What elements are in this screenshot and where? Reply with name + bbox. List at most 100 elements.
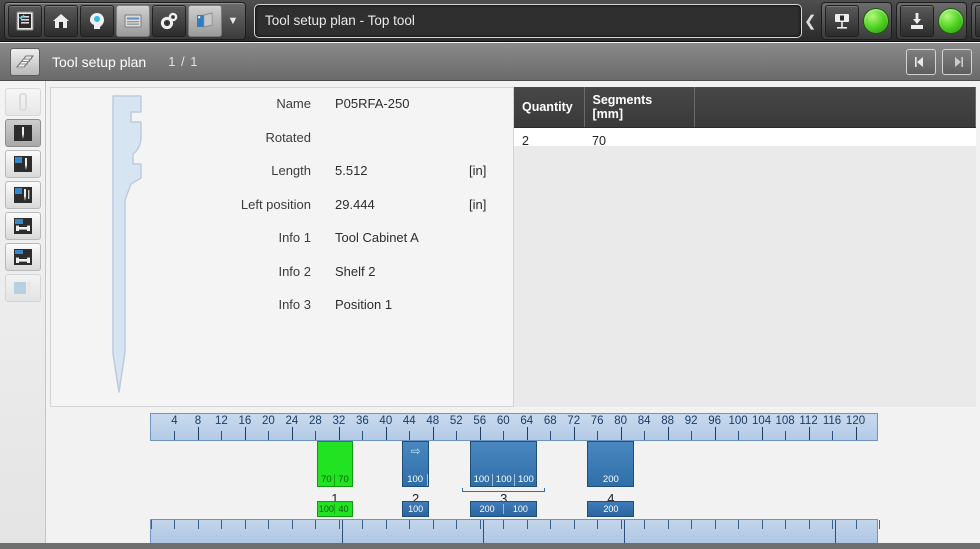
modules-icon[interactable] — [188, 4, 222, 37]
ruler-tick — [832, 431, 834, 440]
ruler-tick — [315, 431, 317, 440]
overview-tool-block[interactable]: 100 40 — [317, 501, 353, 517]
status-led-1 — [862, 7, 889, 34]
overview-tick — [761, 520, 763, 529]
prev-page-icon[interactable] — [906, 48, 936, 75]
ruler-tick-label: 108 — [775, 415, 795, 427]
status-group-3 — [970, 1, 980, 40]
ruler-tick-label: 116 — [822, 415, 842, 427]
ruler-tick — [291, 427, 293, 440]
ruler-tick-label: 76 — [590, 415, 604, 427]
overview-tick — [456, 520, 458, 529]
property-value[interactable]: Position 1 — [335, 297, 469, 312]
next-page-icon[interactable] — [942, 48, 972, 75]
overview-segment-label: 200 — [471, 504, 505, 514]
gears-icon[interactable] — [152, 4, 186, 37]
status-group-2 — [895, 1, 967, 40]
ruler-tick — [362, 431, 364, 440]
setup-plan-chart: 4 8 12 16 20 24 28 32 36 40 44 48 52 56 60 64 68 72 76 80 84… — [46, 409, 980, 549]
overview-tick — [667, 520, 669, 529]
ruler-tick — [221, 431, 223, 440]
table-empty-area — [514, 146, 976, 407]
tool-block[interactable]: 70 70 — [317, 441, 353, 487]
ruler-tick-label: 48 — [426, 415, 440, 427]
bottom-status-strip — [0, 543, 980, 549]
ruler-tick — [409, 431, 411, 440]
column-header-segments[interactable]: Segments [mm] — [584, 87, 695, 128]
sidebar-item-tool-left[interactable] — [4, 150, 41, 178]
overview-tick — [291, 520, 293, 529]
overview-tick — [432, 520, 434, 529]
overview-tick — [268, 520, 270, 529]
property-value[interactable]: 29.444 — [335, 197, 469, 212]
sidebar-item-tool-outline[interactable] — [4, 88, 41, 116]
property-value[interactable]: Tool Cabinet A — [335, 230, 469, 245]
overview-tool-block[interactable]: 200 100 — [469, 501, 538, 517]
overview-tick — [855, 520, 857, 529]
overview-tick — [738, 520, 740, 529]
ruler-tick-label: 20 — [262, 415, 275, 427]
tool-setup-icon — [10, 47, 40, 76]
property-label: Name — [276, 96, 311, 111]
ruler-tick-label: 12 — [215, 415, 228, 427]
page-current: 1 — [168, 54, 177, 69]
property-label: Left position — [240, 196, 311, 212]
property-row: Name P05RFA-250 — [186, 96, 509, 130]
property-value[interactable]: 5.512 — [335, 163, 469, 178]
machine-icon[interactable] — [116, 4, 150, 37]
ruler-tick — [244, 427, 246, 440]
ruler-tick-label: 4 — [171, 415, 178, 427]
ruler-tick-label: 8 — [194, 415, 202, 427]
overview-tool-block[interactable]: 100 — [402, 501, 429, 517]
plan-overview-bar[interactable] — [150, 519, 880, 545]
tool-load-icon[interactable] — [899, 4, 934, 37]
overview-tick — [879, 520, 880, 529]
machine-status-icon[interactable] — [974, 4, 980, 37]
overview-tool-block[interactable]: 200 — [587, 501, 635, 517]
plan-ruler[interactable]: 4 8 12 16 20 24 28 32 36 40 44 48 52 56 60 64 68 72 76 80 84… — [150, 413, 878, 441]
sidebar-item-single-tool[interactable] — [4, 119, 41, 147]
ruler-tick — [268, 431, 270, 440]
overview-tick — [620, 520, 622, 529]
sidebar-item-bar-bottom[interactable] — [4, 243, 41, 271]
plan-tool-blocks: 70 70 1 100 ⇨ 2 100 100 100 3 200 4 — [150, 441, 878, 506]
property-label: Info 3 — [278, 297, 311, 312]
chevron-down-icon[interactable]: ▼ — [223, 5, 243, 37]
tool-detail-panel: Name P05RFA-250 Rotated Length 5.512 [in… — [50, 87, 514, 407]
tool-block[interactable]: 100 100 100 — [469, 441, 538, 487]
overview-tick — [151, 520, 152, 529]
sidebar-item-overview[interactable] — [4, 274, 41, 302]
ruler-tick-label: 72 — [567, 415, 581, 427]
home-icon[interactable] — [44, 4, 78, 37]
ruler-tick-label: 92 — [684, 415, 698, 427]
tool-block[interactable]: 200 — [587, 441, 635, 487]
press-tool-icon[interactable] — [824, 4, 859, 37]
ruler-tick — [174, 431, 176, 440]
checklist-icon[interactable] — [8, 4, 42, 37]
head-info-icon[interactable] — [80, 4, 114, 37]
property-row: Length 5.512 [in] — [186, 163, 509, 197]
ruler-tick — [644, 431, 646, 440]
overview-tick — [315, 520, 317, 529]
column-header-quantity[interactable]: Quantity — [514, 87, 585, 128]
overview-tool-labels: 100 40 100 200 100 200 — [150, 501, 878, 519]
tool-block[interactable]: 100 ⇨ — [402, 441, 429, 487]
overview-segment-label: 100 — [318, 504, 336, 514]
tool-profile-graphic — [95, 92, 175, 402]
ruler-tick — [620, 427, 622, 440]
chevron-left-icon[interactable]: ❮ — [804, 12, 817, 30]
page-separator: / — [181, 54, 186, 69]
overview-tick — [385, 520, 387, 529]
property-value[interactable]: P05RFA-250 — [335, 96, 469, 111]
property-label: Info 1 — [278, 230, 311, 245]
ruler-tick-label: 100 — [728, 415, 748, 427]
tool-properties: Name P05RFA-250 Rotated Length 5.512 [in… — [186, 96, 509, 331]
ruler-tick-label: 44 — [402, 415, 416, 427]
sidebar-item-bar-top[interactable] — [4, 212, 41, 240]
status-group-1 — [820, 1, 892, 40]
property-value[interactable]: Shelf 2 — [335, 264, 469, 279]
ruler-tick-label: 40 — [379, 415, 393, 427]
column-header-blank[interactable] — [694, 87, 976, 128]
sidebar-item-tool-right[interactable] — [4, 181, 41, 209]
overview-tick — [785, 520, 787, 529]
